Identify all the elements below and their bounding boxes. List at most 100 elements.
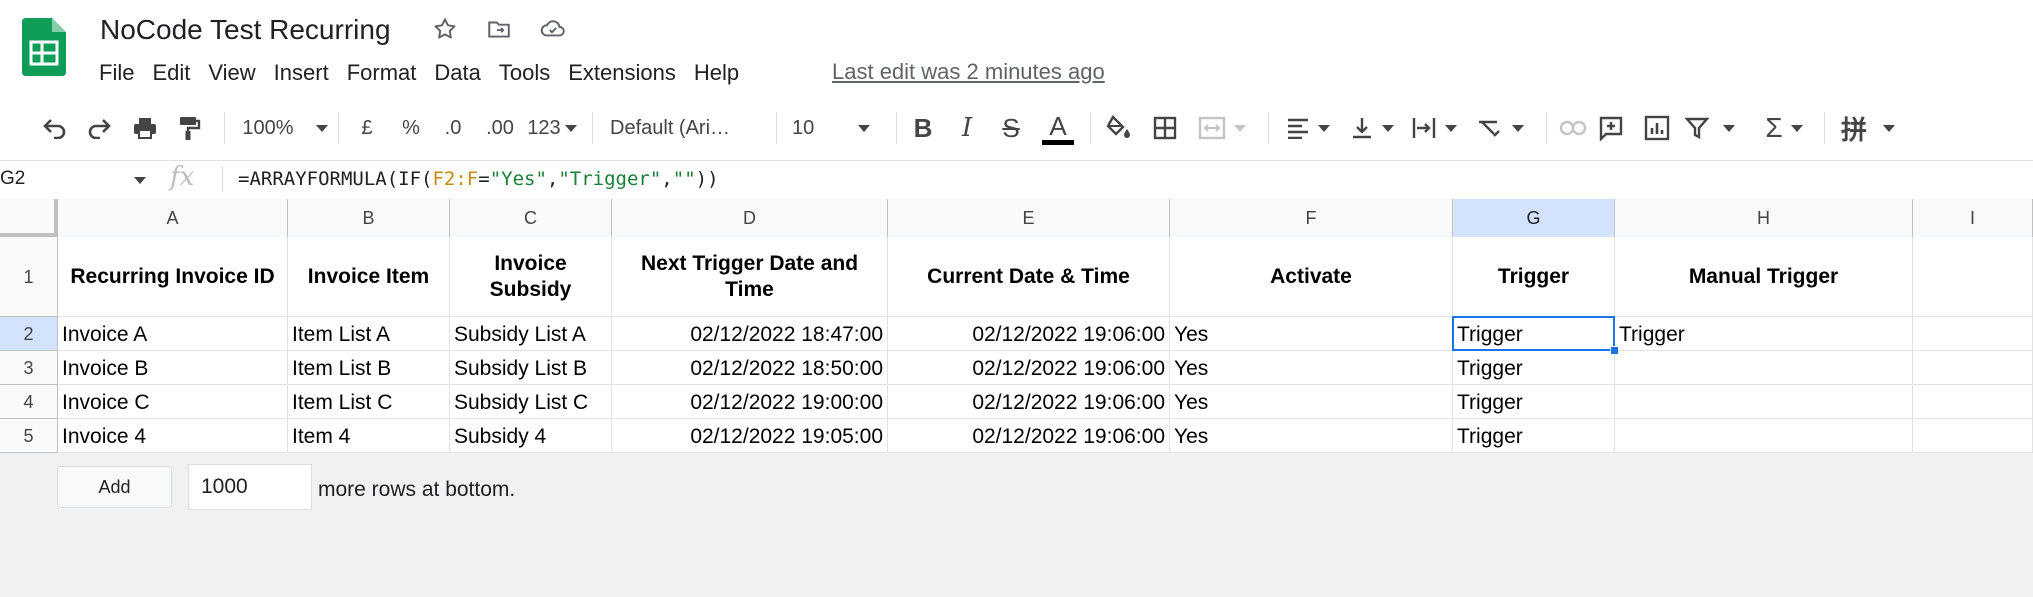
document-title[interactable]: NoCode Test Recurring: [100, 12, 391, 48]
functions-icon[interactable]: Σ: [1756, 106, 1812, 150]
header-cell[interactable]: Next Trigger Date and Time: [612, 237, 888, 317]
decrease-decimal-button[interactable]: .0: [438, 106, 468, 150]
fill-color-icon[interactable]: [1102, 106, 1136, 150]
table-cell[interactable]: [1615, 419, 1913, 453]
zoom-select[interactable]: 100%: [240, 106, 330, 150]
move-folder-icon[interactable]: [484, 14, 514, 44]
column-header-b[interactable]: B: [288, 199, 450, 237]
table-cell[interactable]: [1615, 385, 1913, 419]
table-cell[interactable]: Yes: [1170, 419, 1453, 453]
insert-link-icon[interactable]: [1556, 106, 1590, 150]
column-header-h[interactable]: H: [1615, 199, 1913, 237]
horizontal-align-icon[interactable]: [1280, 106, 1336, 150]
menu-extensions[interactable]: Extensions: [559, 56, 685, 90]
table-cell[interactable]: Yes: [1170, 385, 1453, 419]
font-size-select[interactable]: 10: [792, 106, 882, 150]
table-cell[interactable]: Yes: [1170, 351, 1453, 385]
vertical-align-icon[interactable]: [1346, 106, 1398, 150]
column-header-e[interactable]: E: [888, 199, 1170, 237]
table-cell[interactable]: Trigger: [1453, 351, 1615, 385]
table-cell[interactable]: Subsidy 4: [450, 419, 612, 453]
rows-count-input[interactable]: 1000: [188, 464, 312, 510]
header-cell[interactable]: Invoice Item: [288, 237, 450, 317]
row-header-5[interactable]: 5: [0, 419, 58, 453]
text-rotation-icon[interactable]: [1472, 106, 1528, 150]
filter-icon[interactable]: [1684, 106, 1736, 150]
table-cell[interactable]: Trigger: [1615, 317, 1913, 351]
fill-handle[interactable]: [1610, 346, 1619, 355]
menu-tools[interactable]: Tools: [490, 56, 559, 90]
table-cell[interactable]: Item List B: [288, 351, 450, 385]
table-cell[interactable]: [1913, 419, 2033, 453]
row-header-1[interactable]: 1: [0, 237, 58, 317]
header-cell[interactable]: [1913, 237, 2033, 317]
table-cell[interactable]: Subsidy List B: [450, 351, 612, 385]
table-cell[interactable]: [1913, 351, 2033, 385]
table-cell[interactable]: Item 4: [288, 419, 450, 453]
table-cell[interactable]: Invoice A: [58, 317, 288, 351]
redo-icon[interactable]: [82, 106, 116, 150]
row-header-3[interactable]: 3: [0, 351, 58, 385]
menu-data[interactable]: Data: [425, 56, 489, 90]
percent-format-button[interactable]: %: [396, 106, 426, 150]
table-cell[interactable]: Trigger: [1453, 385, 1615, 419]
table-cell[interactable]: 02/12/2022 18:47:00: [612, 317, 888, 351]
column-header-c[interactable]: C: [450, 199, 612, 237]
bold-button[interactable]: B: [906, 106, 940, 150]
paint-format-icon[interactable]: [172, 106, 206, 150]
star-icon[interactable]: [430, 14, 460, 44]
table-cell[interactable]: 02/12/2022 19:06:00: [888, 351, 1170, 385]
table-cell[interactable]: 02/12/2022 19:06:00: [888, 419, 1170, 453]
print-icon[interactable]: [128, 106, 162, 150]
text-wrapping-icon[interactable]: [1406, 106, 1462, 150]
cloud-saved-icon[interactable]: [538, 14, 568, 44]
table-cell[interactable]: Item List A: [288, 317, 450, 351]
column-header-g[interactable]: G: [1453, 199, 1615, 237]
column-header-d[interactable]: D: [612, 199, 888, 237]
header-cell[interactable]: Recurring Invoice ID: [58, 237, 288, 317]
undo-icon[interactable]: [38, 106, 72, 150]
chevron-down-icon[interactable]: [134, 177, 146, 184]
table-cell[interactable]: Invoice 4: [58, 419, 288, 453]
table-cell[interactable]: [1913, 385, 2033, 419]
last-edit-link[interactable]: Last edit was 2 minutes ago: [832, 59, 1105, 85]
formula-input[interactable]: =ARRAYFORMULA(IF(F2:F="Yes","Trigger",""…: [238, 160, 719, 198]
table-cell[interactable]: Subsidy List A: [450, 317, 612, 351]
menu-format[interactable]: Format: [338, 56, 426, 90]
strikethrough-button[interactable]: S: [994, 106, 1028, 150]
header-cell[interactable]: Activate: [1170, 237, 1453, 317]
table-cell[interactable]: 02/12/2022 19:05:00: [612, 419, 888, 453]
increase-decimal-button[interactable]: .00: [482, 106, 518, 150]
insert-chart-icon[interactable]: [1640, 106, 1674, 150]
table-cell[interactable]: Item List C: [288, 385, 450, 419]
menu-file[interactable]: File: [90, 56, 143, 90]
table-cell[interactable]: Trigger: [1453, 419, 1615, 453]
header-cell[interactable]: Trigger: [1453, 237, 1615, 317]
table-cell[interactable]: Subsidy List C: [450, 385, 612, 419]
table-cell[interactable]: [1615, 351, 1913, 385]
column-header-f[interactable]: F: [1170, 199, 1453, 237]
borders-icon[interactable]: [1148, 106, 1182, 150]
table-cell[interactable]: 02/12/2022 19:00:00: [612, 385, 888, 419]
italic-button[interactable]: I: [950, 106, 984, 150]
column-header-a[interactable]: A: [58, 199, 288, 237]
menu-insert[interactable]: Insert: [265, 56, 338, 90]
text-color-button[interactable]: A: [1040, 106, 1076, 150]
select-all-corner[interactable]: [0, 199, 58, 237]
menu-help[interactable]: Help: [685, 56, 748, 90]
table-cell[interactable]: Yes: [1170, 317, 1453, 351]
font-family-select[interactable]: Default (Ari…: [610, 106, 758, 150]
header-cell[interactable]: Invoice Subsidy: [450, 237, 612, 317]
table-cell[interactable]: 02/12/2022 19:06:00: [888, 385, 1170, 419]
row-header-4[interactable]: 4: [0, 385, 58, 419]
header-cell[interactable]: Current Date & Time: [888, 237, 1170, 317]
add-rows-button[interactable]: Add: [57, 466, 172, 508]
sheets-logo-icon[interactable]: [22, 18, 66, 76]
input-tools-icon[interactable]: 拼: [1836, 106, 1900, 150]
table-cell[interactable]: 02/12/2022 18:50:00: [612, 351, 888, 385]
header-cell[interactable]: Manual Trigger: [1615, 237, 1913, 317]
name-box[interactable]: G2: [0, 160, 150, 198]
row-header-2[interactable]: 2: [0, 317, 58, 351]
table-cell[interactable]: [1913, 317, 2033, 351]
table-cell[interactable]: 02/12/2022 19:06:00: [888, 317, 1170, 351]
